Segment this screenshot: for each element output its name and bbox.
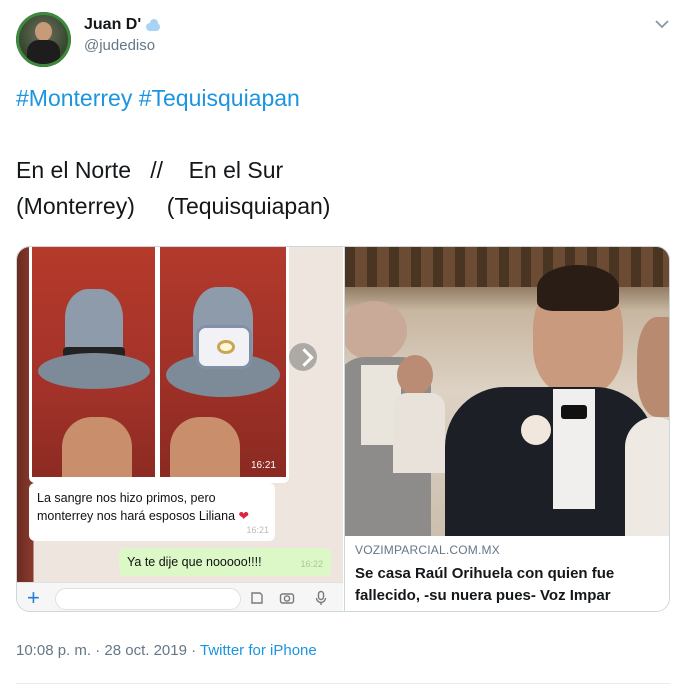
sticker-icon[interactable] bbox=[249, 590, 265, 606]
ring-hat-photo: 16:21 bbox=[160, 247, 286, 477]
handle[interactable]: @judediso bbox=[84, 36, 161, 56]
message-text: La sangre nos hizo primos, pero bbox=[37, 491, 216, 505]
tweet-line: (Monterrey) (Tequisquiapan) bbox=[16, 193, 331, 219]
tweet-line: En el Norte // En el Sur bbox=[16, 157, 284, 183]
message-text: Ya te dije que nooooo!!!! bbox=[127, 555, 262, 569]
whatsapp-screenshot-image[interactable]: 16:21 La sangre nos hizo primos, pero mo… bbox=[17, 247, 343, 611]
media-grid: 16:21 La sangre nos hizo primos, pero mo… bbox=[16, 246, 670, 612]
camera-icon[interactable] bbox=[279, 590, 295, 606]
display-name[interactable]: Juan D' bbox=[84, 14, 141, 36]
article-title: Se casa Raúl Orihuela con quien fue fall… bbox=[355, 565, 615, 604]
outgoing-message: Ya te dije que nooooo!!!! 16:22 bbox=[119, 548, 331, 576]
share-arrow-icon[interactable] bbox=[289, 343, 317, 371]
article-source: VOZIMPARCIAL.COM.MX bbox=[355, 543, 500, 557]
photo-time: 16:21 bbox=[250, 460, 276, 471]
hat-photo bbox=[32, 247, 155, 477]
cloud-icon bbox=[145, 19, 161, 31]
image-message: 16:21 bbox=[29, 247, 289, 483]
message-time: 16:21 bbox=[246, 525, 269, 535]
tweet-meta: 10:08 p. m. · 28 oct. 2019 · Twitter for… bbox=[16, 642, 317, 659]
microphone-icon[interactable] bbox=[313, 590, 329, 606]
tweet-header: Juan D' @judediso bbox=[16, 12, 676, 68]
wedding-photo bbox=[345, 247, 669, 536]
source-link[interactable]: Twitter for iPhone bbox=[200, 642, 317, 659]
hashtag-links[interactable]: #Monterrey #Tequisquiapan bbox=[16, 80, 666, 116]
incoming-message: La sangre nos hizo primos, pero monterre… bbox=[29, 483, 275, 541]
author-block[interactable]: Juan D' @judediso bbox=[84, 14, 161, 56]
tweet-text: #Monterrey #Tequisquiapan En el Norte //… bbox=[16, 80, 666, 224]
message-input[interactable] bbox=[55, 588, 241, 610]
message-text: monterrey nos hará esposos Liliana bbox=[37, 509, 236, 523]
avatar[interactable] bbox=[16, 12, 71, 67]
whatsapp-input-bar: + bbox=[17, 582, 343, 611]
chevron-down-icon[interactable] bbox=[654, 18, 670, 30]
plus-icon[interactable]: + bbox=[27, 586, 40, 610]
article-card[interactable]: VOZIMPARCIAL.COM.MX Se casa Raúl Orihuel… bbox=[344, 247, 669, 611]
timestamp[interactable]: 10:08 p. m. · 28 oct. 2019 · bbox=[16, 642, 200, 659]
divider bbox=[16, 683, 670, 684]
message-time: 16:22 bbox=[300, 559, 323, 569]
